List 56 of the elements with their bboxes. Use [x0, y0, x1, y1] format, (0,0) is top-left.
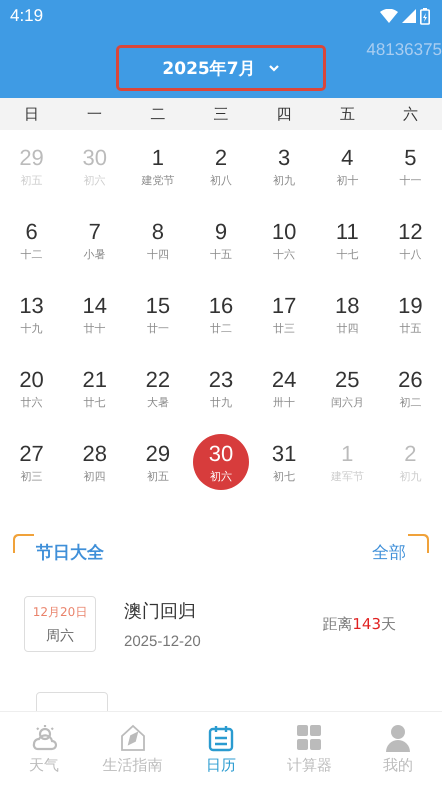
day-cell[interactable]: 9 十五 [192, 212, 249, 268]
compass-icon [118, 724, 147, 752]
person-icon [384, 724, 411, 752]
day-cell[interactable]: 25 闰六月 [319, 360, 376, 416]
weekday-label: 六 [402, 104, 419, 124]
weekday-label: 一 [86, 104, 104, 124]
day-cell[interactable]: 16 廿二 [192, 286, 249, 342]
battery-icon [420, 8, 430, 24]
wifi-icon [380, 9, 398, 23]
countdown-text: 距离143天 [322, 614, 396, 634]
day-cell[interactable]: 5 十一 [382, 138, 438, 194]
status-time: 4:19 [10, 6, 44, 26]
section-title: 节日大全 [36, 542, 104, 564]
calculator-icon [296, 724, 322, 752]
day-cell[interactable]: 11 十七 [319, 212, 376, 268]
day-cell[interactable]: 13 十九 [4, 286, 60, 342]
day-cell[interactable]: 17 廿三 [256, 286, 312, 342]
card-date: 12月20日 [32, 604, 88, 620]
day-cell[interactable]: 21 廿七 [66, 360, 123, 416]
day-cell[interactable]: 7 小暑 [66, 212, 123, 268]
day-cell[interactable]: 4 初十 [319, 138, 376, 194]
signal-icon [402, 9, 416, 23]
festival-name: 澳门回归 [124, 600, 197, 622]
calendar-icon [208, 724, 234, 752]
weekday-label: 四 [276, 104, 293, 124]
day-cell[interactable]: 2 初八 [192, 138, 249, 194]
day-cell[interactable]: 3 初九 [256, 138, 312, 194]
weekday-label: 日 [23, 104, 40, 124]
day-cell[interactable]: 19 廿五 [382, 286, 438, 342]
day-cell[interactable]: 14 廿十 [66, 286, 123, 342]
festival-date: 2025-12-20 [124, 632, 202, 650]
chevron-down-icon [268, 64, 280, 72]
day-cell[interactable]: 22 大暑 [130, 360, 186, 416]
corner-ornament-icon [408, 532, 430, 554]
day-cell[interactable]: 24 卅十 [256, 360, 312, 416]
number-text: 48136375 [366, 40, 442, 60]
day-cell[interactable]: 20 廿六 [4, 360, 60, 416]
weekday-label: 二 [149, 104, 166, 124]
corner-ornament-icon [12, 532, 34, 554]
day-cell[interactable]: 23 廿九 [192, 360, 249, 416]
weekday-label: 五 [338, 104, 356, 124]
day-cell[interactable]: 10 十六 [256, 212, 312, 268]
day-cell[interactable]: 15 廿一 [130, 286, 186, 342]
day-cell[interactable]: 26 初二 [382, 360, 438, 416]
day-cell[interactable]: 8 十四 [130, 212, 186, 268]
weekday-label: 三 [212, 104, 230, 124]
day-cell[interactable]: 31 初七 [256, 434, 312, 490]
day-cell[interactable]: 28 初四 [66, 434, 123, 490]
day-cell[interactable]: 18 廿四 [319, 286, 376, 342]
day-cell[interactable]: 6 十二 [4, 212, 60, 268]
day-cell[interactable]: 27 初三 [4, 434, 60, 490]
day-cell[interactable]: 1 建党节 [130, 138, 186, 194]
card-weekday: 周六 [46, 626, 74, 644]
selected-day-cell[interactable]: 30 初六 [192, 434, 249, 490]
day-cell[interactable]: 12 十八 [382, 212, 438, 268]
day-cell[interactable]: 29 初五 [130, 434, 186, 490]
